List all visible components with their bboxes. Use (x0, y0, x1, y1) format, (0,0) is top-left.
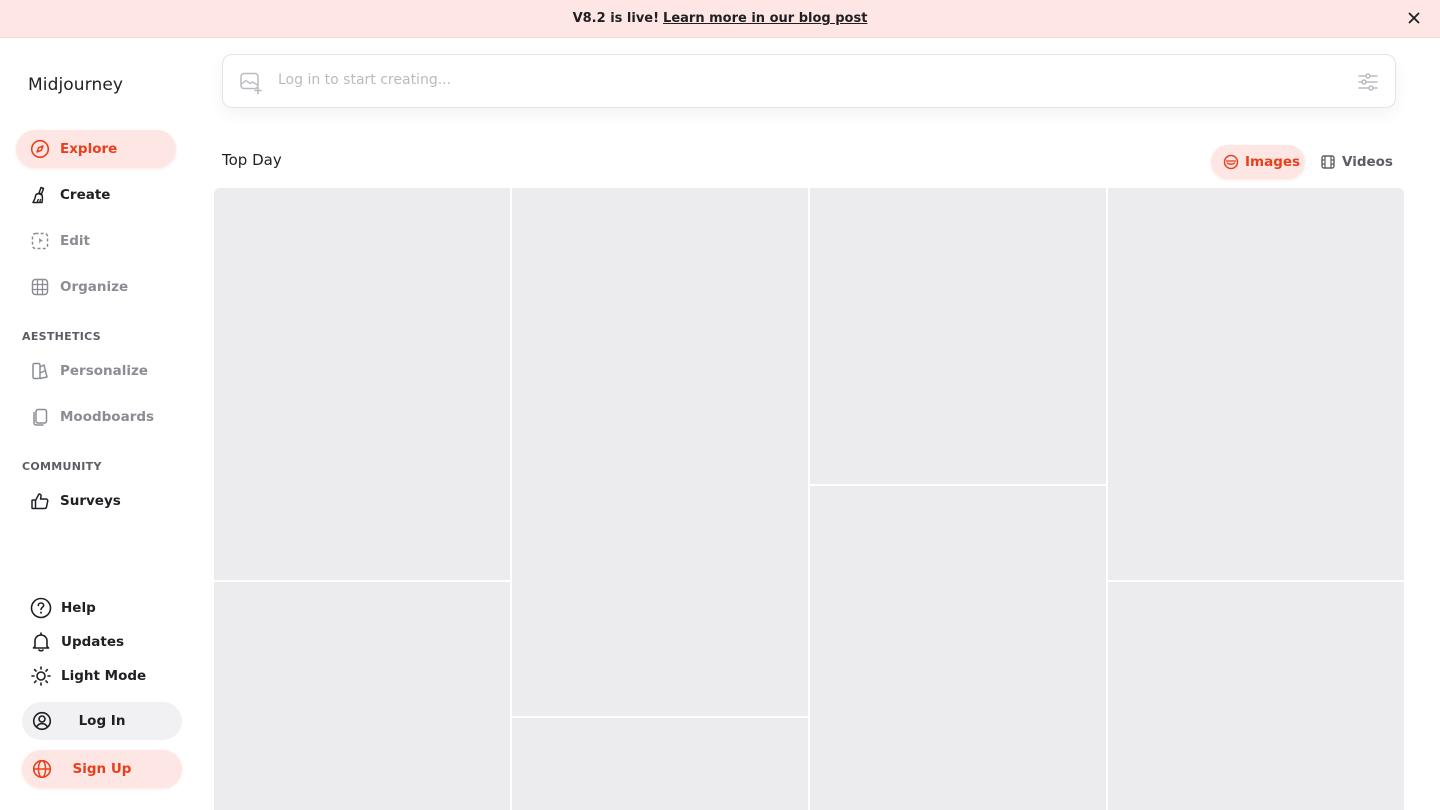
sidebar-item-personalize[interactable]: Personalize (16, 352, 176, 390)
light-mode-label: Light Mode (61, 668, 147, 684)
sidebar-item-label: Personalize (60, 363, 149, 379)
sidebar-item-label: Surveys (60, 493, 121, 509)
thumbs-up-icon (30, 491, 50, 511)
prompt-bar[interactable]: Log in to start creating... (222, 54, 1396, 108)
toggle-images-label: Images (1245, 154, 1301, 170)
toggle-images[interactable]: Images (1211, 145, 1305, 179)
section-label-community: COMMUNITY (22, 460, 102, 473)
compass-icon (30, 139, 50, 159)
edit-frame-icon (30, 231, 50, 251)
sidebar-item-moodboards[interactable]: Moodboards (16, 398, 176, 436)
image-smile-icon (1223, 154, 1239, 170)
sun-icon (30, 665, 52, 687)
cards-icon (30, 407, 50, 427)
brand-logo-text[interactable]: Midjourney (28, 75, 123, 95)
user-circle-icon (32, 711, 52, 731)
sidebar-item-surveys[interactable]: Surveys (16, 482, 176, 520)
image-tile[interactable] (214, 582, 510, 810)
image-tile[interactable] (214, 188, 510, 580)
light-mode-toggle[interactable]: Light Mode (30, 664, 146, 688)
help-label: Help (61, 600, 96, 616)
image-tile[interactable] (1108, 188, 1404, 580)
updates-label: Updates (61, 634, 125, 650)
announcement-banner: V8.2 is live! Learn more in our blog pos… (0, 0, 1440, 38)
banner-blog-link[interactable]: Learn more in our blog post (663, 11, 867, 26)
image-tile[interactable] (512, 718, 808, 810)
section-label-aesthetics: AESTHETICS (22, 330, 101, 343)
toggle-videos[interactable]: Videos (1318, 145, 1398, 179)
sidebar-item-label: Moodboards (60, 409, 155, 425)
help-link[interactable]: Help (30, 596, 96, 620)
sidebar-item-edit[interactable]: Edit (16, 222, 176, 260)
sidebar-item-create[interactable]: Create (16, 176, 176, 214)
image-tile[interactable] (810, 188, 1106, 484)
bell-icon (30, 631, 52, 653)
sidebar-item-label: Explore (60, 141, 118, 157)
globe-icon (32, 759, 52, 779)
sidebar: Midjourney Explore Create Edit Organize … (0, 38, 200, 810)
banner-text: V8.2 is live! (572, 11, 660, 26)
image-tile[interactable] (512, 188, 808, 716)
sidebar-item-label: Organize (60, 279, 129, 295)
toggle-videos-label: Videos (1342, 154, 1393, 170)
feed-title: Top Day (222, 151, 282, 169)
sidebar-item-label: Create (60, 187, 111, 203)
close-icon[interactable] (1406, 10, 1422, 26)
sidebar-item-explore[interactable]: Explore (16, 130, 176, 168)
add-image-icon[interactable] (239, 71, 263, 95)
signup-button[interactable]: Sign Up (22, 750, 182, 788)
film-icon (1320, 154, 1336, 170)
login-button[interactable]: Log In (22, 702, 182, 740)
image-tile[interactable] (1108, 582, 1404, 810)
updates-link[interactable]: Updates (30, 630, 124, 654)
sidebar-item-organize[interactable]: Organize (16, 268, 176, 306)
prompt-input[interactable]: Log in to start creating... (278, 72, 451, 88)
image-tile[interactable] (810, 486, 1106, 810)
image-grid (214, 188, 1404, 810)
help-circle-icon (30, 597, 52, 619)
settings-sliders-icon[interactable] (1357, 71, 1379, 93)
brush-icon (30, 185, 50, 205)
sidebar-item-label: Edit (60, 233, 90, 249)
palette-icon (30, 361, 50, 381)
grid-icon (30, 277, 50, 297)
